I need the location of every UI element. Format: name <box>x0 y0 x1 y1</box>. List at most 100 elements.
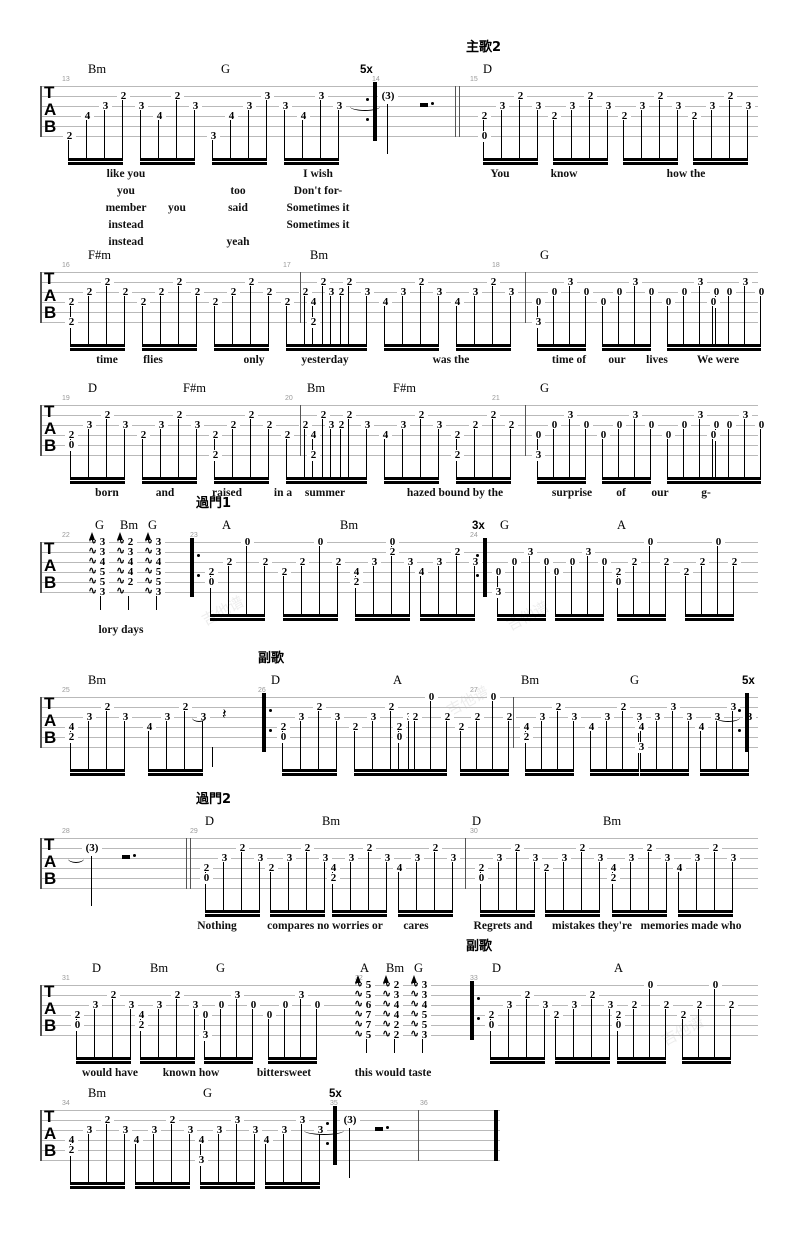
note-beam <box>204 1061 254 1064</box>
note-stem <box>634 419 636 477</box>
chord-label: F#m <box>183 381 206 395</box>
note-beam <box>76 1057 132 1060</box>
tab-fret-number: 0 <box>277 732 290 743</box>
note-beam <box>265 1182 321 1185</box>
note-stem <box>573 721 575 769</box>
note-stem <box>337 566 339 614</box>
tab-fret-number: 0 <box>247 1000 260 1011</box>
note-beam <box>602 481 652 484</box>
tab-fret-number: 2 <box>155 287 168 298</box>
staff-line <box>40 707 758 708</box>
section-marker-system-7: 副歌 <box>466 939 493 954</box>
note-beam <box>142 344 198 347</box>
tab-fret-number: 2 <box>520 732 533 743</box>
tab-fret-number: 0 <box>709 980 722 991</box>
note-beam <box>312 344 368 347</box>
tab-fret-number: 4 <box>307 297 320 308</box>
tab-fret-number: 2 <box>552 702 565 713</box>
note-stem <box>189 1134 191 1182</box>
note-stem <box>266 100 268 158</box>
note-stem <box>106 286 108 344</box>
chord-label: F#m <box>88 248 111 262</box>
lyric-word: lory days <box>98 624 144 636</box>
chord-label: A <box>360 961 370 975</box>
note-beam <box>590 773 640 776</box>
note-stem <box>587 556 589 614</box>
tab-fret-number: 0 <box>425 692 438 703</box>
note-stem <box>268 296 270 344</box>
note-stem <box>537 110 539 158</box>
note-beam <box>135 1186 191 1189</box>
note-stem <box>250 286 252 344</box>
note-beam <box>640 773 690 776</box>
tab-fret-number: 2 <box>343 277 356 288</box>
note-beam <box>268 1057 318 1060</box>
staff-line <box>40 697 758 698</box>
note-beam <box>312 348 368 351</box>
note-stem <box>474 566 476 614</box>
measure-number: 25 <box>62 687 70 694</box>
chord-label: Bm <box>310 248 329 262</box>
note-stem <box>366 296 368 344</box>
tab-fret-number: 3 <box>411 853 424 864</box>
note-stem <box>699 286 701 344</box>
chord-label: F#m <box>393 381 416 395</box>
tab-fret-number: 0 <box>492 567 505 578</box>
note-stem <box>529 556 531 614</box>
staff-line <box>40 838 758 839</box>
note-beam <box>602 477 652 480</box>
note-beam <box>384 344 440 347</box>
tab-fret-number: 2 <box>521 990 534 1001</box>
note-beam <box>70 344 126 347</box>
note-beam <box>460 769 510 772</box>
note-stem <box>106 1124 108 1182</box>
tab-fret-number: 2 <box>65 732 78 743</box>
note-stem <box>420 419 422 477</box>
repeat-barline <box>333 1106 337 1165</box>
note-stem <box>268 429 270 477</box>
note-stem <box>712 306 714 344</box>
chord-label: G <box>216 961 226 975</box>
tab-fret-number: 2 <box>385 702 398 713</box>
barline <box>459 86 461 137</box>
note-stem <box>301 566 303 614</box>
tab-fret-number: 0 <box>71 1020 84 1031</box>
chord-label: G <box>540 381 550 395</box>
note-stem <box>194 110 196 158</box>
tab-fret-number: 4 <box>379 430 392 441</box>
note-stem <box>112 999 114 1057</box>
note-beam <box>700 769 750 772</box>
tab-fret-number: 3 <box>739 410 752 421</box>
staff-left-edge <box>40 542 42 593</box>
tab-fret-number: 2 <box>660 1000 673 1011</box>
tab-fret-number: 3 <box>496 101 509 112</box>
tab-fret-number: 2 <box>223 557 236 568</box>
note-stem <box>288 862 290 910</box>
staff-line <box>40 272 758 273</box>
tab-fret-number: 3 <box>295 990 308 1001</box>
tab-fret-number: 0 <box>314 537 327 548</box>
note-stem <box>474 296 476 344</box>
note-stem <box>158 120 160 158</box>
tab-fret-number: 2 <box>63 131 76 142</box>
tab-clef-letter: T <box>44 402 55 421</box>
note-stem <box>300 721 302 769</box>
note-beam <box>282 773 338 776</box>
note-stem <box>609 1009 611 1057</box>
tab-fret-number: 2 <box>301 843 314 854</box>
note-beam <box>555 1057 611 1060</box>
note-beam <box>200 1186 256 1189</box>
tab-fret-number: 2 <box>363 843 376 854</box>
note-beam <box>555 1061 611 1064</box>
note-stem <box>259 862 261 910</box>
note-stem <box>633 1009 635 1057</box>
note-beam <box>667 344 717 347</box>
lyric-word: our <box>651 487 669 499</box>
tab-fret-number: 2 <box>487 410 500 421</box>
tab-fret-number: 3 <box>493 853 506 864</box>
tab-clef-letter: B <box>44 436 57 455</box>
note-stem <box>683 296 685 344</box>
tab-fret-number: 2 <box>677 1010 690 1021</box>
note-beam <box>490 1057 546 1060</box>
note-beam <box>420 618 476 621</box>
